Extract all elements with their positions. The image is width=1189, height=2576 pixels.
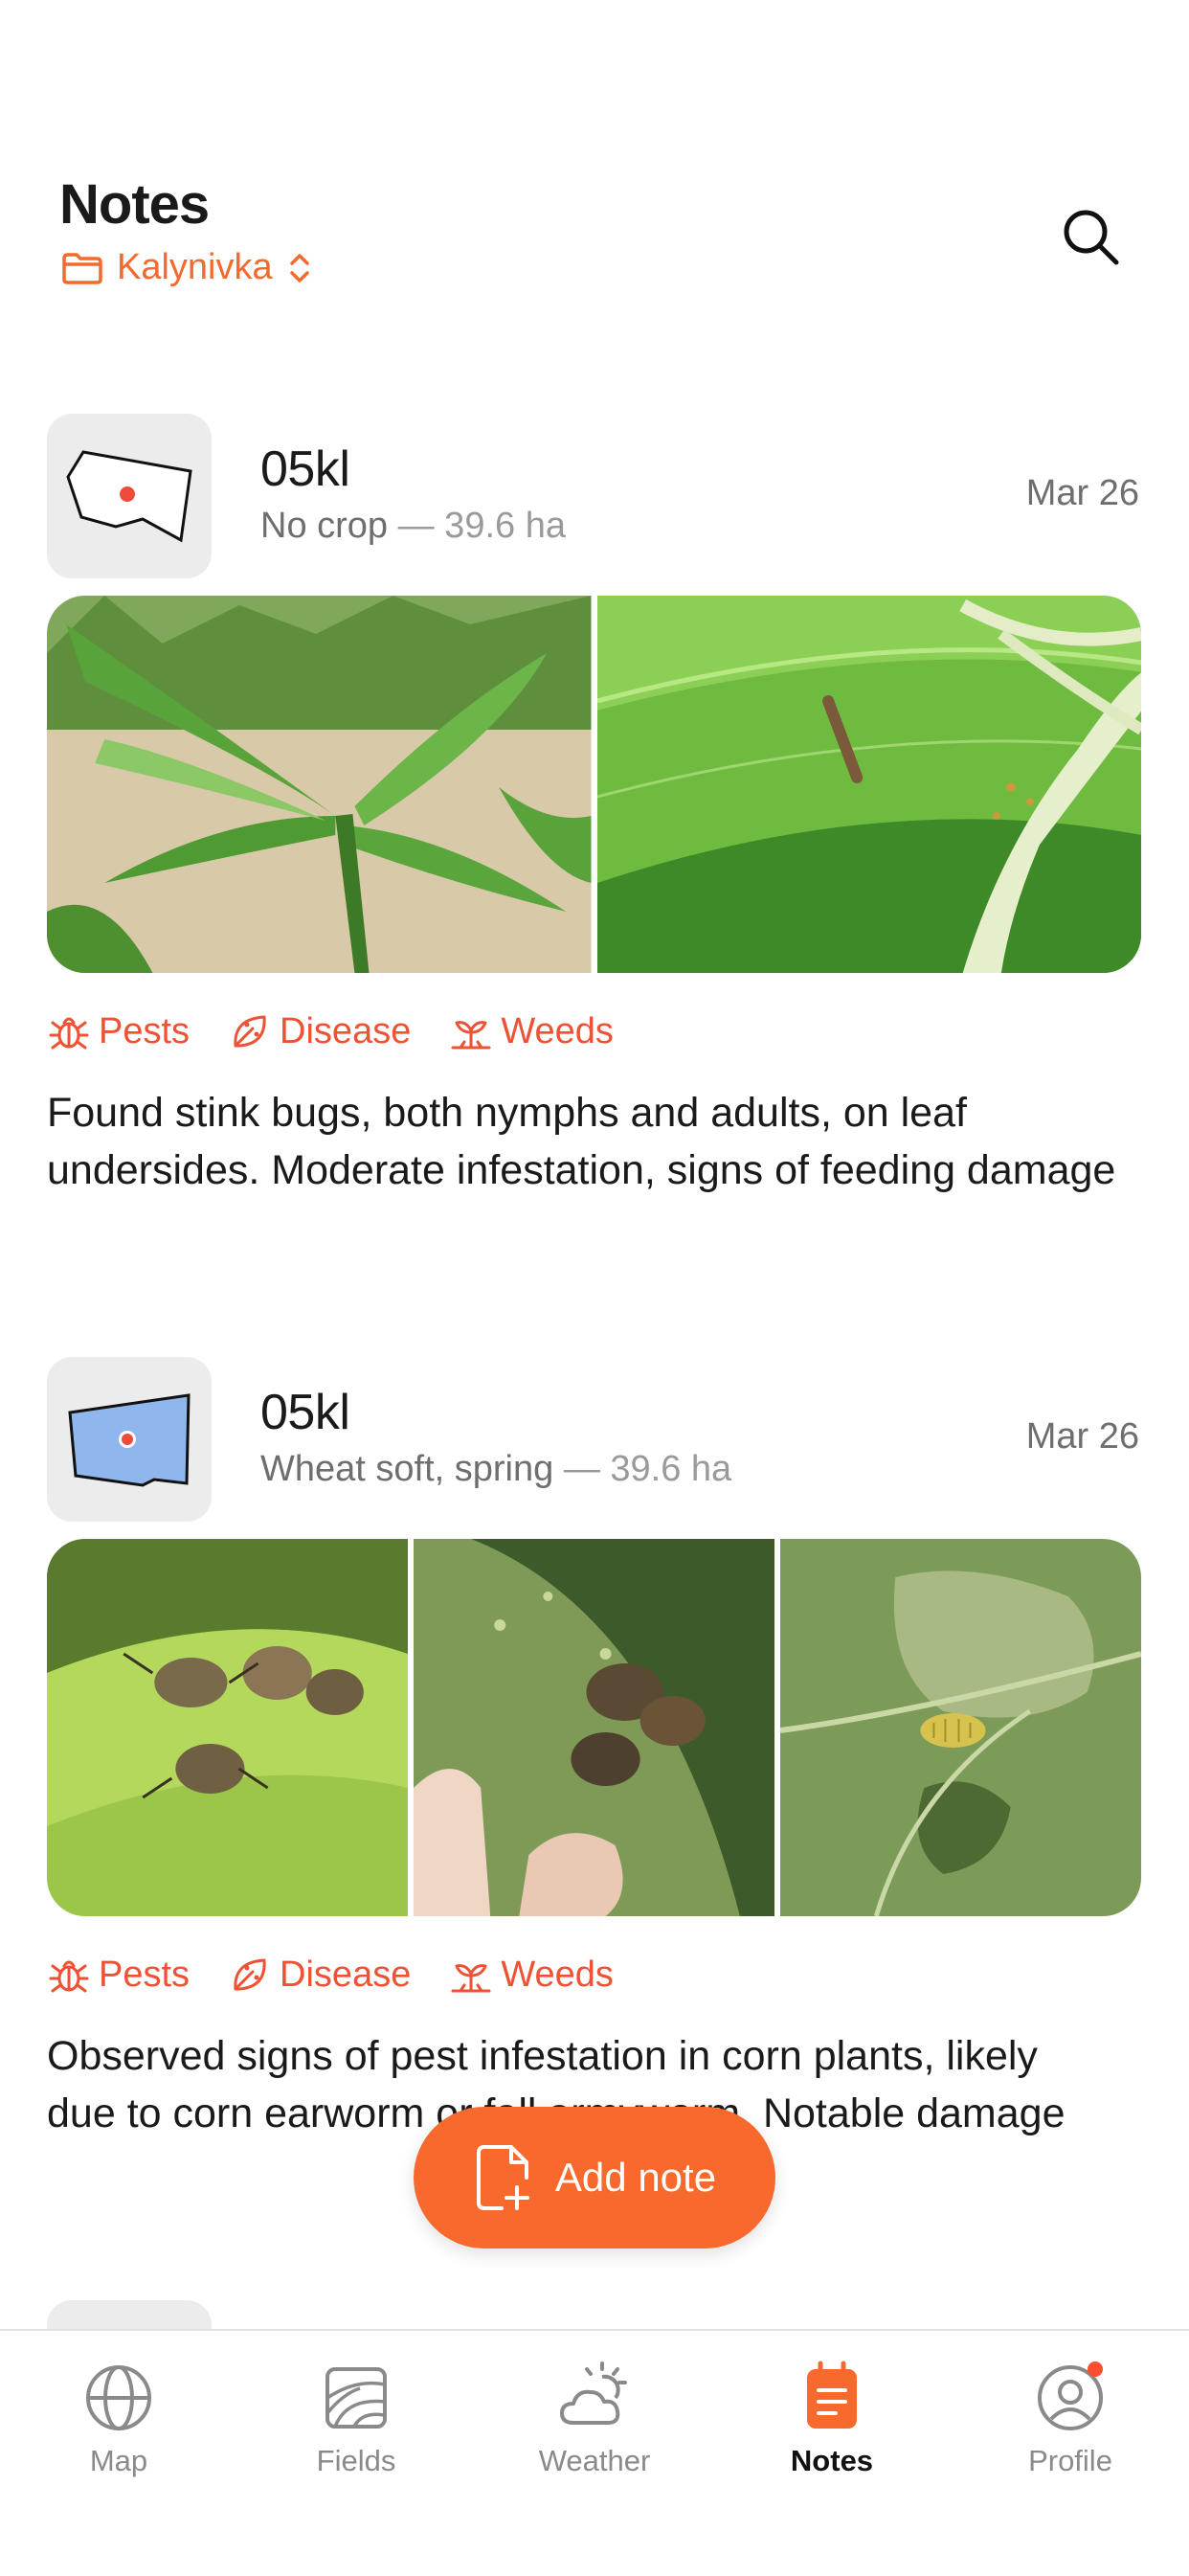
photo-larva-leaf[interactable] — [780, 1539, 1141, 1916]
crop-name: No crop — [260, 506, 389, 546]
photo-bugs-hand[interactable] — [414, 1539, 774, 1916]
folder-icon — [61, 251, 103, 285]
field-thumbnail — [47, 414, 212, 578]
field-meta: Wheat soft, spring — 39.6 ha — [260, 1449, 731, 1490]
note-date: Mar 26 — [1025, 1416, 1139, 1457]
photo-corn-field[interactable] — [47, 596, 592, 973]
note-card[interactable]: 05kl No crop — 39.6 ha Mar 26 Pests Dise… — [0, 414, 1189, 1256]
tab-notes[interactable]: Notes — [713, 2331, 951, 2503]
tab-bar: Map Fields Weather Notes Profile — [0, 2329, 1189, 2576]
bug-icon — [49, 1017, 89, 1050]
note-text: Found stink bugs, both nymphs and adults… — [47, 1090, 1116, 1193]
note-tags: Pests Disease Weeds — [47, 1953, 614, 1997]
weed-icon — [451, 1021, 491, 1050]
leaf-disease-icon — [234, 1958, 266, 1991]
tab-weather[interactable]: Weather — [476, 2331, 713, 2503]
weather-icon — [556, 2360, 633, 2436]
weed-icon — [451, 1964, 491, 1993]
tab-map[interactable]: Map — [0, 2331, 237, 2503]
photo-gallery[interactable] — [47, 596, 1141, 973]
profile-icon — [1032, 2360, 1109, 2436]
notes-icon — [794, 2360, 870, 2436]
field-area: — 39.6 ha — [563, 1449, 732, 1489]
tab-fields[interactable]: Fields — [237, 2331, 475, 2503]
photo-leaf-caterpillar[interactable] — [596, 596, 1141, 973]
notification-dot — [1088, 2361, 1103, 2377]
tag-disease: Disease — [228, 1953, 411, 1997]
note-date: Mar 26 — [1025, 473, 1139, 513]
farm-name: Kalynivka — [117, 247, 273, 287]
field-thumbnail — [47, 1357, 212, 1522]
note-tags: Pests Disease Weeds — [47, 1009, 614, 1053]
leaf-disease-icon — [234, 1015, 266, 1048]
globe-icon — [80, 2360, 157, 2436]
tag-pests: Pests — [47, 1953, 190, 1997]
fields-icon — [318, 2360, 394, 2436]
note-card[interactable]: 05kl Wheat soft, spring — 39.6 ha Mar 26 — [0, 1357, 1189, 2200]
tag-disease: Disease — [228, 1009, 411, 1053]
header: Notes Kalynivka — [0, 0, 1189, 345]
farm-selector[interactable]: Kalynivka — [61, 247, 313, 288]
tab-profile[interactable]: Profile — [952, 2331, 1189, 2503]
field-name: 05kl — [260, 1385, 350, 1440]
page-title: Notes — [59, 173, 210, 236]
add-file-icon — [476, 2145, 529, 2210]
add-note-button[interactable]: Add note — [414, 2107, 775, 2248]
crop-name: Wheat soft, spring — [260, 1449, 554, 1489]
field-name: 05kl — [260, 441, 350, 497]
tag-pests: Pests — [47, 1009, 190, 1053]
search-icon — [1064, 210, 1119, 265]
field-area: — 39.6 ha — [397, 506, 566, 546]
photo-gallery[interactable] — [47, 1539, 1141, 1916]
bug-icon — [49, 1960, 89, 1993]
tag-weeds: Weeds — [449, 1009, 614, 1053]
add-note-label: Add note — [554, 2155, 717, 2200]
chevron-up-down-icon — [286, 249, 313, 287]
tag-weeds: Weeds — [449, 1953, 614, 1997]
photo-stink-bugs-leaf[interactable] — [47, 1539, 408, 1916]
field-meta: No crop — 39.6 ha — [260, 506, 566, 547]
search-button[interactable] — [1053, 199, 1130, 276]
